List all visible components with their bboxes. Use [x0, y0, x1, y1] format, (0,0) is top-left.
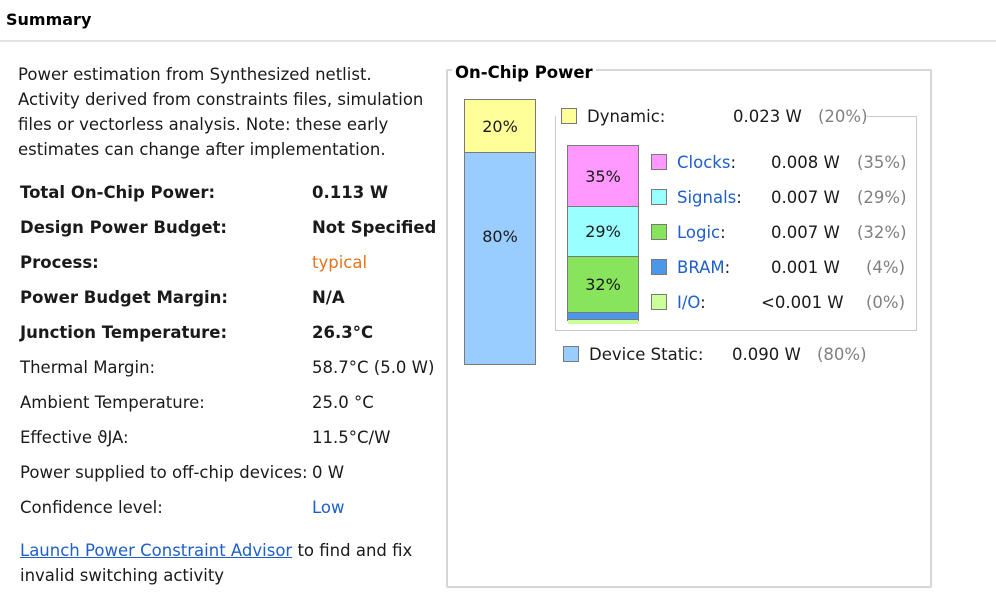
- io-swatch: [651, 294, 667, 310]
- logic-pct: (32%): [857, 223, 907, 242]
- row-label: Thermal Margin:: [20, 358, 156, 377]
- summary-table: Total On-Chip Power: 0.113 W Design Powe…: [20, 183, 440, 533]
- colon: :: [730, 153, 736, 172]
- clocks-link[interactable]: Clocks: [677, 153, 730, 172]
- logic-swatch: [651, 224, 667, 240]
- row-value: N/A: [312, 288, 345, 307]
- page-title: Summary: [6, 10, 92, 29]
- row-thermal-margin: Thermal Margin: 58.7°C (5.0 W): [20, 358, 440, 393]
- static-swatch: [563, 346, 579, 362]
- row-label: Effective ϑJA:: [20, 428, 129, 447]
- confidence-link[interactable]: Low: [312, 498, 345, 517]
- bar-segment-static: 80%: [465, 153, 535, 364]
- row-value: Not Specified: [312, 218, 437, 237]
- bram-pct: (4%): [866, 258, 906, 277]
- row-process: Process: typical: [20, 253, 440, 288]
- static-pct: (80%): [817, 345, 867, 364]
- intro-text: Power estimation from Synthesized netlis…: [18, 65, 424, 159]
- process-link[interactable]: typical: [312, 253, 367, 272]
- colon: :: [736, 188, 742, 207]
- row-confidence: Confidence level: Low: [20, 498, 440, 533]
- row-label: Confidence level:: [20, 498, 163, 517]
- io-link[interactable]: I/O: [677, 293, 700, 312]
- signals-link[interactable]: Signals: [677, 188, 736, 207]
- io-value: <0.001 W: [761, 293, 844, 312]
- footer-text: Launch Power Constraint Advisor to find …: [20, 538, 440, 588]
- total-power-bar: 20% 80%: [464, 99, 536, 365]
- row-value: 26.3°C: [312, 323, 374, 342]
- row-total-power: Total On-Chip Power: 0.113 W: [20, 183, 440, 218]
- logic-link[interactable]: Logic: [677, 223, 720, 242]
- dynamic-pct: (20%): [818, 107, 868, 126]
- panel-title: On-Chip Power: [452, 63, 596, 82]
- row-power-budget: Design Power Budget: Not Specified: [20, 218, 440, 253]
- signals-value: 0.007 W: [771, 188, 840, 207]
- static-value: 0.090 W: [732, 345, 801, 364]
- colon: :: [720, 223, 726, 242]
- bar-segment-signals: 29%: [568, 207, 638, 257]
- bram-value: 0.001 W: [771, 258, 840, 277]
- bar-segment-logic: 32%: [568, 257, 638, 313]
- bar-label-dynamic: 20%: [482, 116, 518, 136]
- row-effective-theta-ja: Effective ϑJA: 11.5°C/W: [20, 428, 440, 463]
- row-label: Ambient Temperature:: [20, 393, 205, 412]
- signals-swatch: [651, 189, 667, 205]
- logic-value: 0.007 W: [771, 223, 840, 242]
- dynamic-value: 0.023 W: [733, 107, 802, 126]
- row-label: Power supplied to off-chip devices:: [20, 463, 308, 482]
- bar-label-clocks: 35%: [585, 166, 621, 186]
- row-value: 58.7°C (5.0 W): [312, 358, 435, 377]
- row-value: 25.0 °C: [312, 393, 374, 412]
- row-off-chip-power: Power supplied to off-chip devices: 0 W: [20, 463, 440, 498]
- row-label: Process:: [20, 253, 99, 272]
- row-junction-temp: Junction Temperature: 26.3°C: [20, 323, 440, 358]
- colon: :: [724, 258, 731, 277]
- bar-segment-bram: [568, 313, 638, 320]
- bar-label-static: 80%: [482, 226, 518, 246]
- bar-segment-clocks: 35%: [568, 146, 638, 207]
- dynamic-power-bar: 35% 29% 32%: [567, 145, 639, 324]
- colon: :: [700, 293, 706, 312]
- row-label: Design Power Budget:: [20, 218, 228, 237]
- bram-link[interactable]: BRAM: [677, 258, 725, 277]
- row-label: Power Budget Margin:: [20, 288, 229, 307]
- launch-power-advisor-link[interactable]: Launch Power Constraint Advisor: [20, 541, 292, 560]
- row-value: 0 W: [312, 463, 345, 482]
- row-value: 0.113 W: [312, 183, 389, 202]
- summary-header: Summary: [0, 0, 996, 42]
- static-label: Device Static:: [589, 345, 704, 364]
- row-ambient-temp: Ambient Temperature: 25.0 °C: [20, 393, 440, 428]
- summary-left-panel: Power estimation from Synthesized netlis…: [18, 62, 438, 585]
- clocks-swatch: [651, 154, 667, 170]
- bar-label-signals: 29%: [585, 222, 621, 241]
- clocks-pct: (35%): [857, 153, 907, 172]
- bar-label-logic: 32%: [585, 275, 621, 294]
- signals-pct: (29%): [857, 188, 907, 207]
- bar-segment-io: [568, 320, 638, 324]
- io-pct: (0%): [866, 293, 906, 312]
- dynamic-label: Dynamic:: [587, 107, 666, 126]
- row-label: Junction Temperature:: [20, 323, 228, 342]
- row-value: 11.5°C/W: [312, 428, 391, 447]
- bar-segment-dynamic: 20%: [465, 100, 535, 153]
- row-label: Total On-Chip Power:: [20, 183, 216, 202]
- bram-swatch: [651, 259, 667, 275]
- clocks-value: 0.008 W: [771, 153, 840, 172]
- row-budget-margin: Power Budget Margin: N/A: [20, 288, 440, 323]
- dynamic-swatch: [561, 108, 577, 124]
